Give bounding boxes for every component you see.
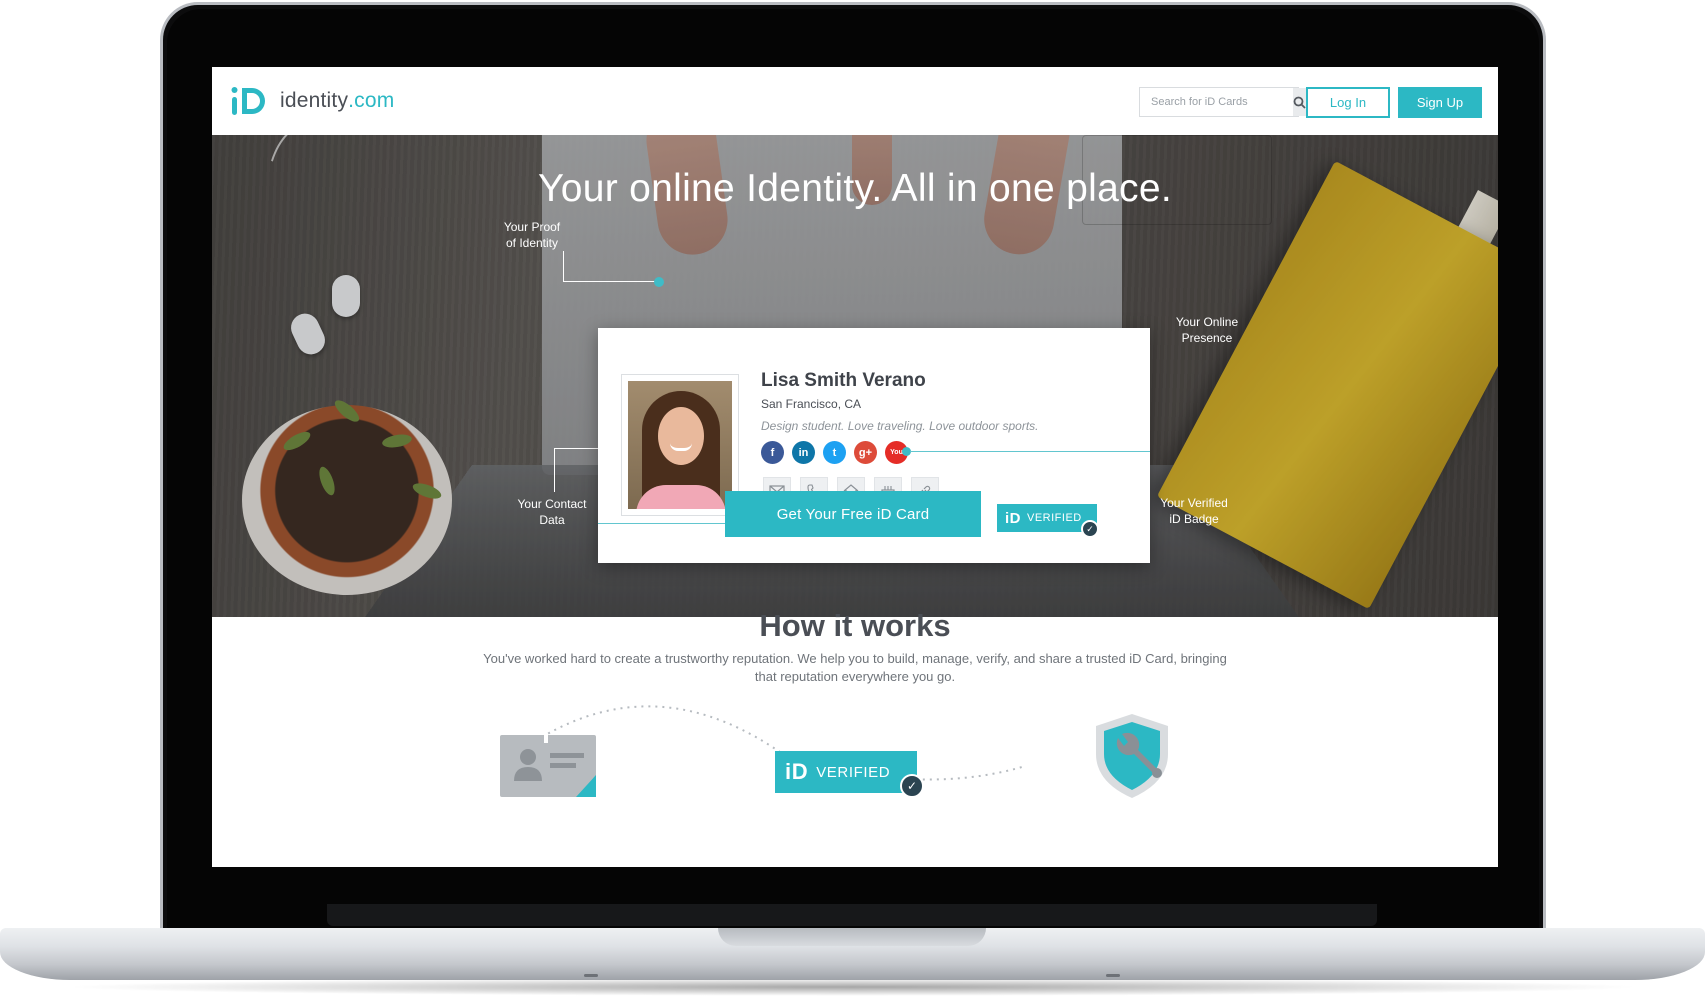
laptop-shadow [60, 978, 1645, 996]
shield-wrench-icon [1096, 714, 1168, 798]
laptop-bottom-bezel [327, 904, 1377, 926]
verified-label: VERIFIED [816, 763, 891, 781]
screen: identity.com Log In Sign Up [212, 67, 1498, 867]
laptop-foot [584, 974, 598, 977]
dotted-connector [541, 705, 1023, 781]
laptop-notch [718, 928, 986, 946]
laptop-foot [1106, 974, 1120, 977]
check-icon: ✓ [900, 774, 924, 798]
laptop-mockup: identity.com Log In Sign Up [0, 0, 1705, 1007]
verified-badge-large: iD VERIFIED [775, 751, 917, 793]
id-mark: iD [785, 759, 809, 784]
id-card-icon [500, 731, 596, 797]
